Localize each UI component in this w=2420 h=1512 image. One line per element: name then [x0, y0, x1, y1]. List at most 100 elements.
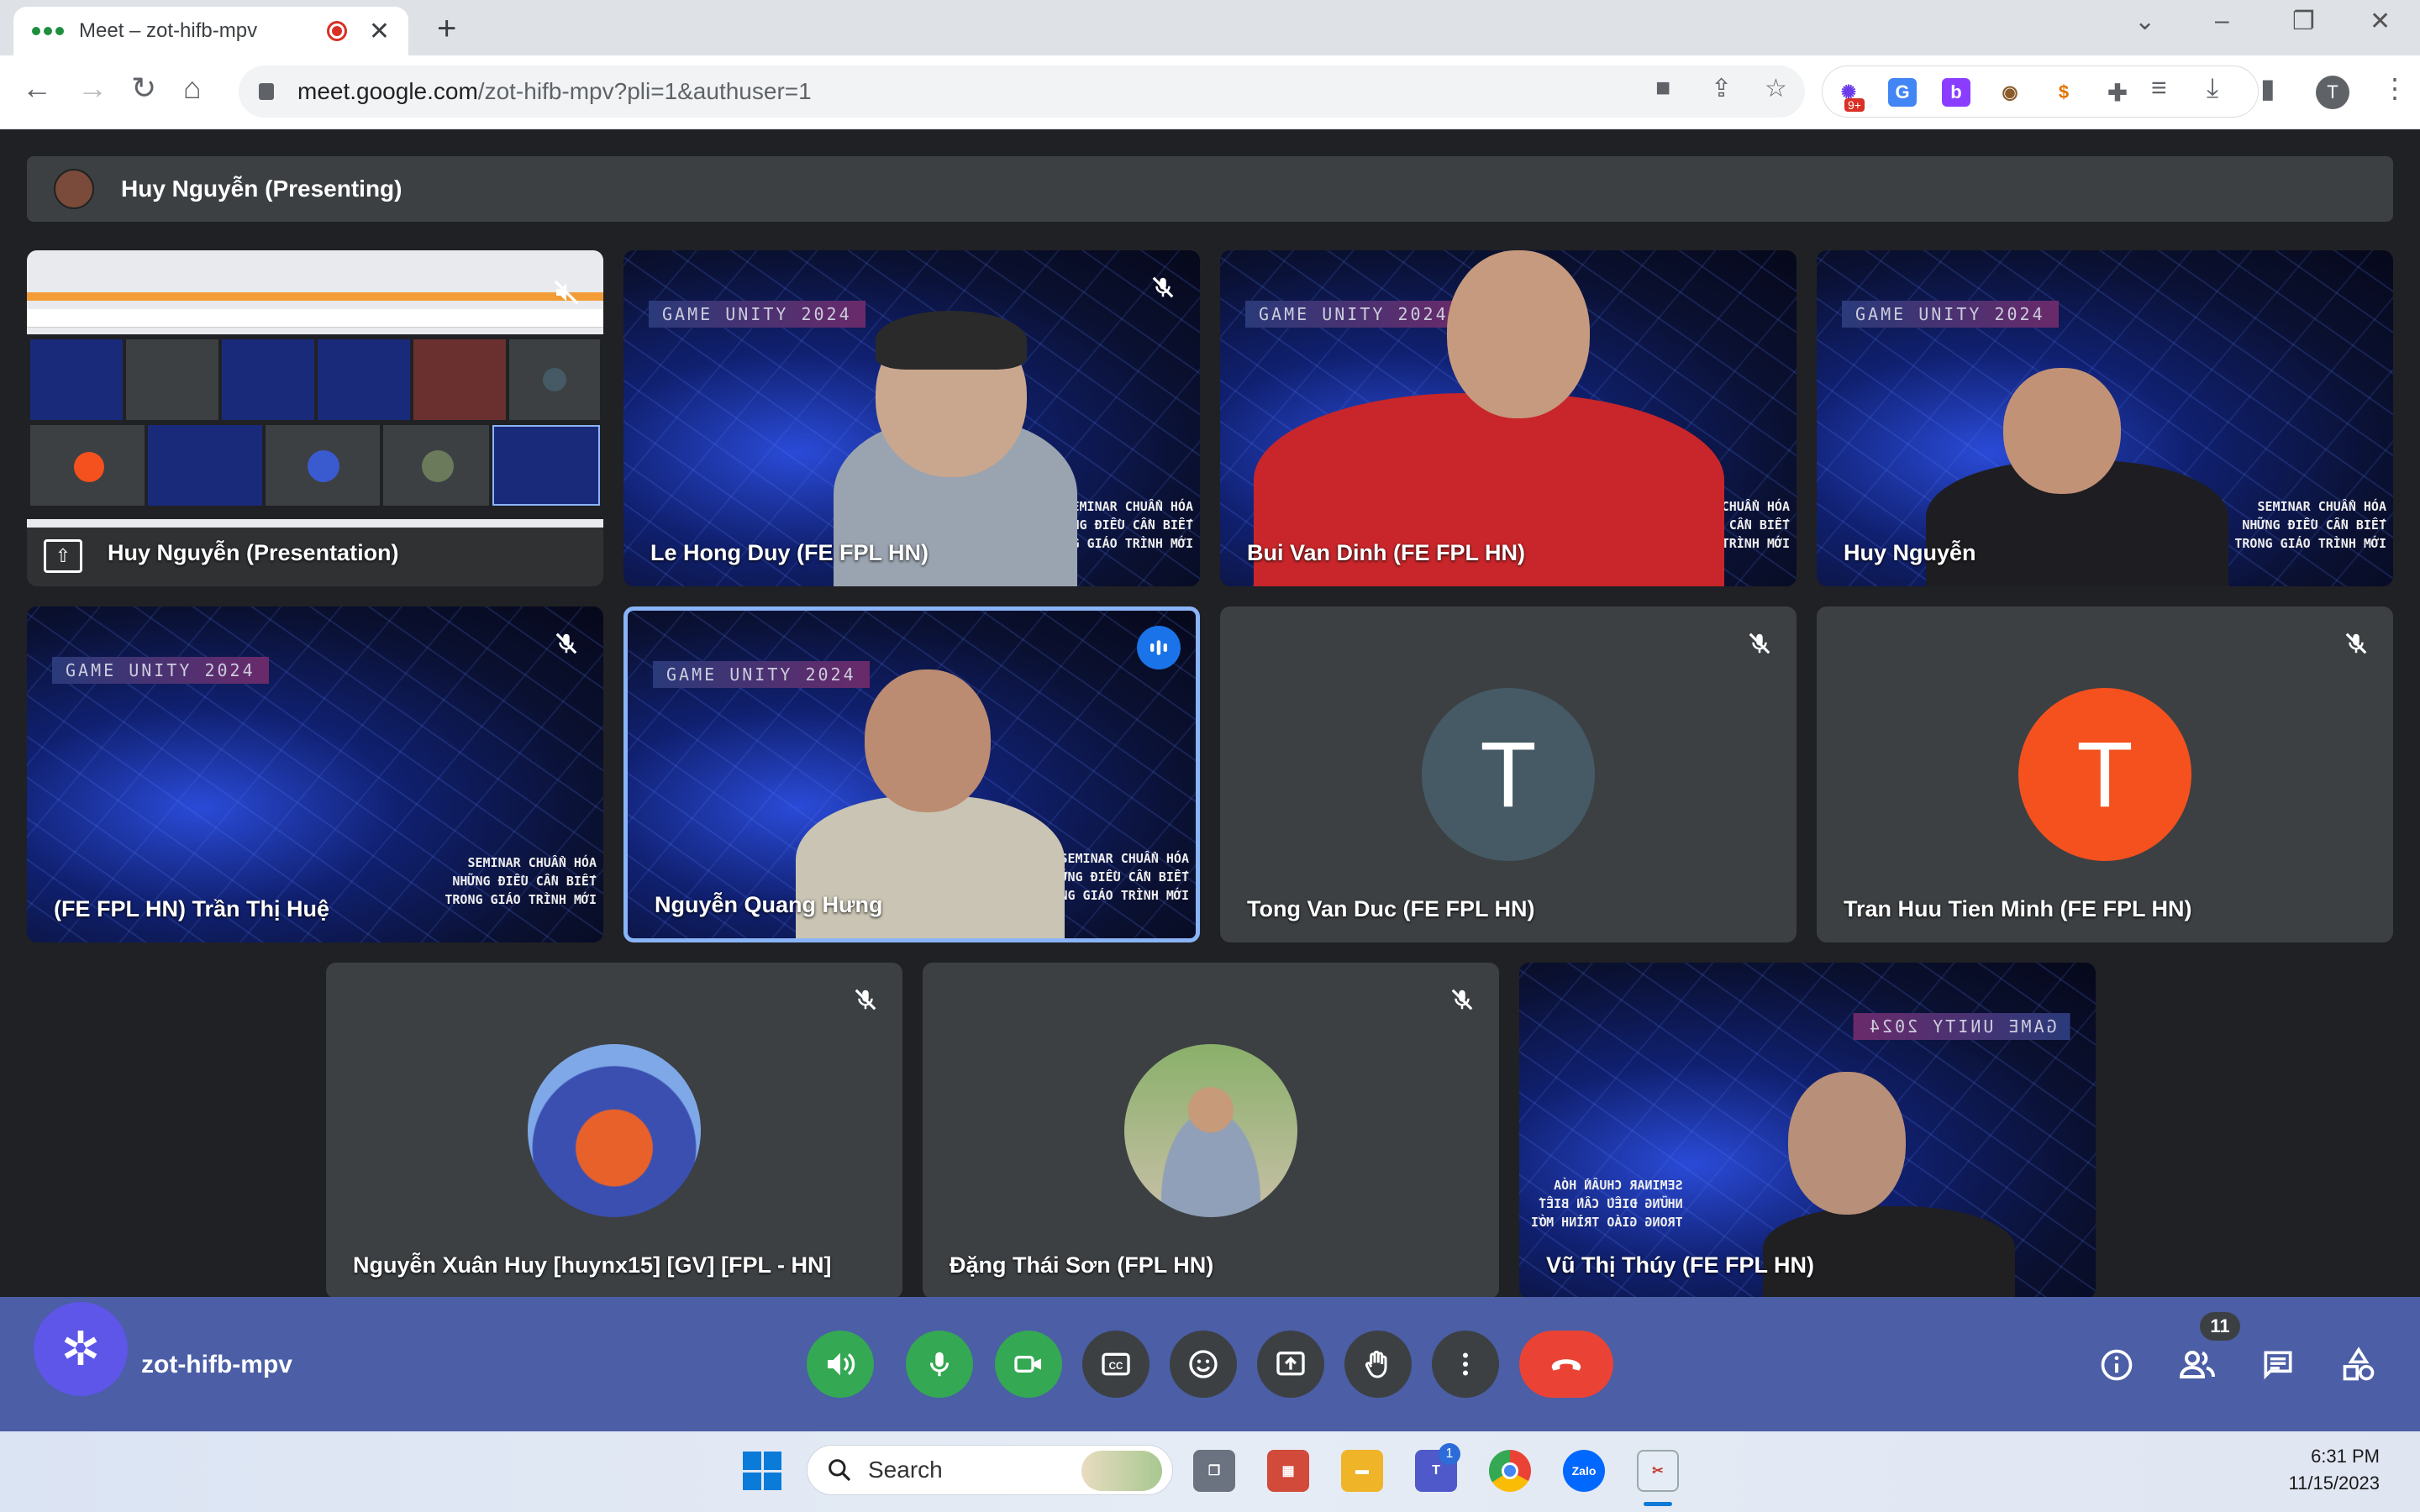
chrome-menu-icon[interactable]: ⋮ [2381, 72, 2408, 104]
clock-time: 6:31 PM [2311, 1446, 2380, 1467]
task-view-icon[interactable]: ❐ [1193, 1450, 1235, 1492]
svg-text:CC: CC [1109, 1361, 1123, 1372]
shared-screen-preview [27, 250, 603, 528]
close-window-button[interactable]: ✕ [2370, 7, 2391, 36]
microphone-button[interactable] [906, 1331, 973, 1398]
background-banner-text: GAME UNITY 2024 [1842, 301, 2059, 328]
close-tab-icon[interactable]: ✕ [369, 17, 390, 46]
participant-tile-tran-huu-tien-minh[interactable]: T Tran Huu Tien Minh (FE FPL HN) [1817, 606, 2393, 942]
muted-audio-icon [550, 276, 583, 309]
browser-tab-meet[interactable]: Meet – zot-hifb-mpv ✕ [13, 7, 408, 55]
camera-button[interactable] [995, 1331, 1062, 1398]
participant-name: Nguyễn Xuân Huy [huynx15] [GV] [FPL - HN… [353, 1252, 832, 1278]
reading-list-icon[interactable]: ≡ [2151, 72, 2167, 103]
participant-avatar-photo [528, 1044, 701, 1217]
microphone-icon [929, 1352, 950, 1377]
participant-tile-vu-thi-thuy[interactable]: GAME UNITY 2024 SEMINAR CHUẨN HÓA NHỮNG Đ… [1519, 963, 2096, 1299]
browser-tab-strip: Meet – zot-hifb-mpv ✕ + ⌄ – ❐ ✕ [0, 0, 2420, 55]
speaking-indicator-icon [1137, 626, 1181, 669]
recording-indicator-icon [326, 21, 347, 41]
video-camera-icon [1014, 1356, 1041, 1373]
camera-in-use-icon[interactable]: ■ [1655, 74, 1670, 102]
home-icon[interactable]: ⌂ [183, 71, 202, 106]
taskbar-search-box[interactable]: Search [807, 1445, 1173, 1495]
active-app-indicator [1644, 1502, 1672, 1506]
participant-tile-huy-nguyen[interactable]: GAME UNITY 2024 SEMINAR CHUẨN HÓA NHỮNG Đ… [1817, 250, 2393, 586]
participant-tile-nguyen-xuan-huy[interactable]: Nguyễn Xuân Huy [huynx15] [GV] [FPL - HN… [326, 963, 902, 1299]
browser-toolbar: ← → ↻ ⌂ meet.google.com/zot-hifb-mpv?pli… [0, 55, 2420, 129]
new-tab-button[interactable]: + [437, 10, 456, 48]
search-highlight-image [1081, 1451, 1162, 1491]
extension-b-icon[interactable]: b [1942, 78, 1970, 107]
participant-tile-tong-van-duc[interactable]: T Tong Van Duc (FE FPL HN) [1220, 606, 1797, 942]
participant-tile-dang-thai-son[interactable]: Đặng Thái Sơn (FPL HN) [923, 963, 1499, 1299]
meeting-details-button[interactable] [2096, 1344, 2138, 1386]
chrome-taskbar-icon[interactable] [1489, 1450, 1531, 1492]
participant-name: Tran Huu Tien Minh (FE FPL HN) [1844, 896, 2192, 921]
muted-mic-icon [1146, 270, 1180, 304]
file-explorer-icon[interactable]: ▬ [1341, 1450, 1383, 1492]
present-screen-icon: ⇧ [44, 539, 82, 573]
companion-app-icon[interactable]: ✲ [34, 1302, 128, 1396]
share-icon[interactable]: ⇪ [1711, 74, 1732, 103]
volume-icon [828, 1352, 855, 1376]
participant-tile-tran-thi-hue[interactable]: GAME UNITY 2024 SEMINAR CHUẨN HÓA NHỮNG Đ… [27, 606, 603, 942]
muted-mic-icon [1743, 627, 1776, 660]
chat-button[interactable] [2257, 1344, 2299, 1386]
chat-icon [2264, 1351, 2292, 1380]
windows-start-icon[interactable] [743, 1452, 781, 1490]
participant-avatar: T [1422, 688, 1595, 861]
participant-tile-bui-van-dinh[interactable]: GAME UNITY 2024 SEMINAR CHUẨN HÓANHỮNG Đ… [1220, 250, 1797, 586]
participant-tile-presentation[interactable]: ⇧ Huy Nguyễn (Presentation) [27, 250, 603, 586]
lock-icon [259, 83, 274, 100]
search-icon [829, 1459, 851, 1482]
teams-notification-badge: 1 [1439, 1443, 1460, 1465]
present-now-button[interactable] [1257, 1331, 1324, 1398]
participant-tile-nguyen-quang-hung[interactable]: GAME UNITY 2024 SEMINAR CHUẨN HÓA NHỮNG Đ… [623, 606, 1200, 942]
leave-call-button[interactable] [1519, 1331, 1613, 1398]
side-panel-icon[interactable]: ▮ [2260, 72, 2275, 104]
participant-name: Vũ Thị Thúy (FE FPL HN) [1546, 1252, 1814, 1278]
download-icon[interactable]: ⤓ [2207, 72, 2218, 104]
snipping-tool-icon[interactable]: ✂ [1637, 1450, 1679, 1492]
participant-name: Huy Nguyễn [1844, 540, 1976, 565]
shapes-icon [2343, 1347, 2375, 1381]
closed-captions-icon: CC [1102, 1352, 1130, 1376]
background-banner-text: GAME UNITY 2024 [649, 301, 865, 328]
presenting-banner: Huy Nguyễn (Presenting) [27, 156, 2393, 222]
reload-icon[interactable]: ↻ [131, 71, 156, 106]
extensions-puzzle-icon[interactable]: ✚ [2103, 78, 2132, 107]
more-options-button[interactable] [1432, 1331, 1499, 1398]
system-clock[interactable]: 6:31 PM 11/15/2023 [2289, 1443, 2380, 1497]
tab-search-chevron-icon[interactable]: ⌄ [2134, 7, 2155, 36]
profile-avatar[interactable]: T [2316, 76, 2349, 109]
extension-coupon-icon[interactable]: $ [2049, 78, 2078, 107]
muted-mic-icon [2339, 627, 2373, 660]
bookmark-star-icon[interactable]: ☆ [1765, 74, 1787, 103]
people-button[interactable] [2176, 1344, 2218, 1386]
restore-window-button[interactable]: ❐ [2292, 7, 2315, 36]
app-icon-calendar[interactable]: ▦ [1267, 1450, 1309, 1492]
speaker-volume-button[interactable] [807, 1331, 874, 1398]
url-host: meet.google.com [297, 78, 478, 104]
google-translate-icon[interactable]: G [1888, 78, 1917, 107]
participant-name: Huy Nguyễn (Presentation) [108, 540, 399, 565]
present-screen-icon [1276, 1352, 1305, 1376]
raise-hand-button[interactable] [1344, 1331, 1412, 1398]
extension-owl-icon[interactable]: ◉ [1996, 78, 2024, 107]
minimize-window-button[interactable]: – [2215, 7, 2229, 35]
back-arrow-icon[interactable]: ← [22, 71, 52, 106]
participant-tile-le-hong-duy[interactable]: GAME UNITY 2024 SEMINAR CHUẨN HÓA NHỮNG Đ… [623, 250, 1200, 586]
captions-button[interactable]: CC [1082, 1331, 1150, 1398]
forward-arrow-icon[interactable]: → [77, 71, 108, 106]
activities-button[interactable] [2338, 1344, 2380, 1386]
zalo-icon[interactable]: Zalo [1563, 1450, 1605, 1492]
address-bar[interactable]: meet.google.com/zot-hifb-mpv?pli=1&authu… [239, 66, 1805, 118]
meet-favicon-icon [32, 27, 64, 35]
presenter-avatar [54, 169, 94, 209]
reactions-button[interactable] [1170, 1331, 1237, 1398]
muted-mic-icon [849, 983, 882, 1016]
participant-name: Bui Van Dinh (FE FPL HN) [1247, 540, 1526, 565]
muted-mic-icon [1445, 983, 1479, 1016]
participant-name: Tong Van Duc (FE FPL HN) [1247, 896, 1535, 921]
